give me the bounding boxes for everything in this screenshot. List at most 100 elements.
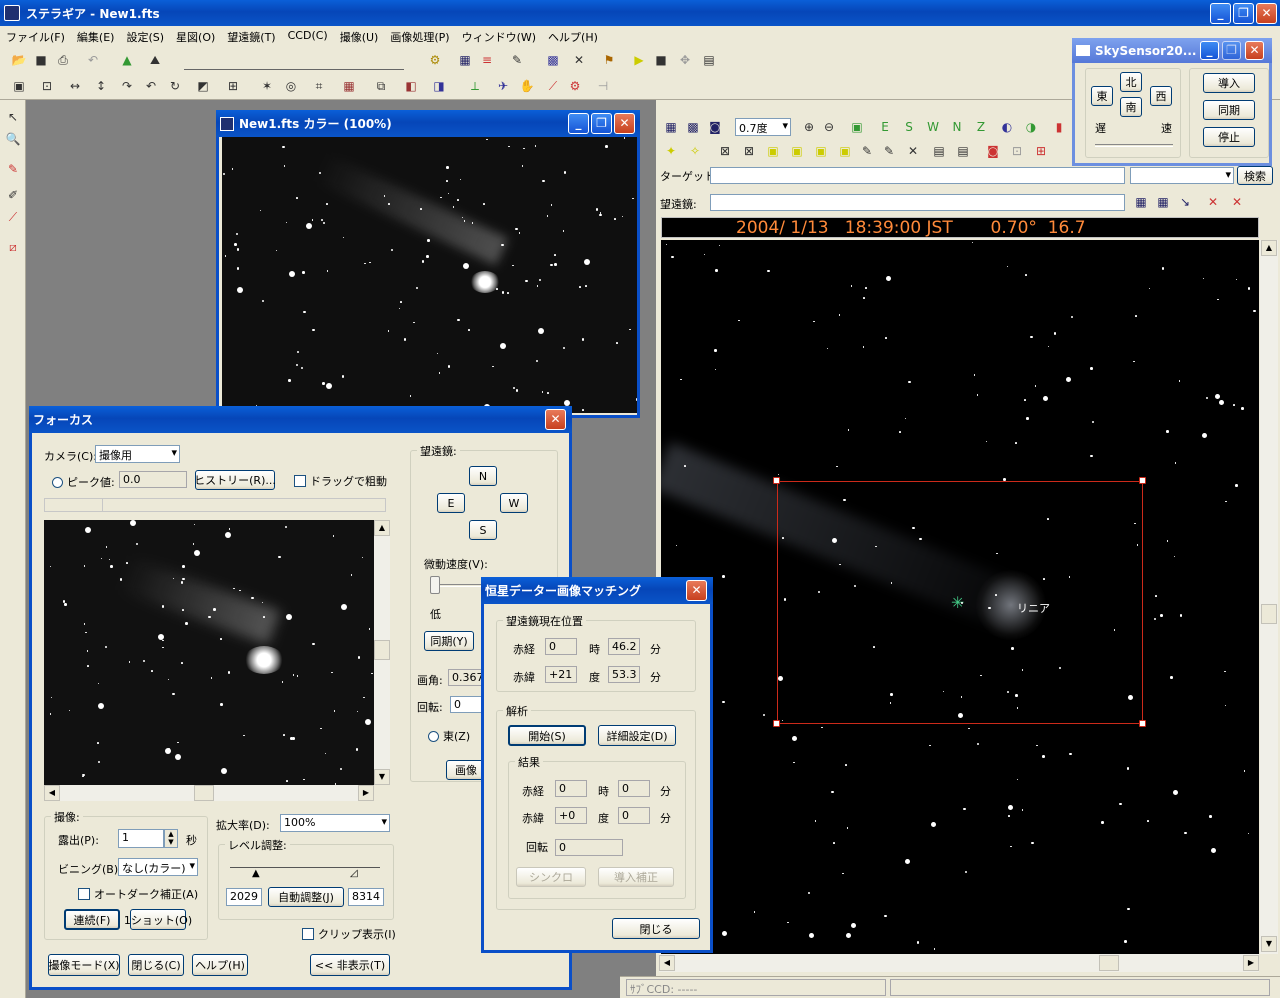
menu-item[interactable]: 設定(S): [126, 29, 164, 46]
maximize-button[interactable]: ❐: [1233, 3, 1254, 24]
search-button[interactable]: 検索: [1237, 166, 1273, 185]
east-button[interactable]: E: [437, 493, 465, 513]
levels-icon[interactable]: ≡: [478, 51, 496, 69]
autodark-option[interactable]: オートダーク補正(A): [78, 886, 198, 902]
camera-icon[interactable]: ◙: [984, 142, 1002, 160]
save-icon[interactable]: ■: [32, 51, 50, 69]
image-icon[interactable]: ▦: [456, 51, 474, 69]
drag-option[interactable]: ドラッグで粗動: [294, 473, 387, 489]
south-button[interactable]: 南: [1120, 97, 1142, 117]
pen-icon[interactable]: ✎: [4, 160, 22, 178]
flip-h-icon[interactable]: ↔: [66, 77, 84, 95]
close-button[interactable]: ✕: [614, 113, 635, 134]
crop-icon[interactable]: ◩: [194, 77, 212, 95]
close-button[interactable]: ✕: [1245, 41, 1264, 60]
scope-map-icon[interactable]: ▦: [1154, 193, 1172, 211]
flag-icon[interactable]: ⚑: [600, 51, 618, 69]
zoom-select[interactable]: 100% ▾: [280, 814, 390, 832]
west-button[interactable]: 西: [1150, 86, 1172, 106]
level-low-input[interactable]: 2029: [226, 888, 262, 906]
filter-icon[interactable]: ⌗: [310, 77, 328, 95]
zoom-icon[interactable]: 🔍: [4, 130, 22, 148]
east-option[interactable]: 東(Z): [428, 728, 470, 744]
align-icon[interactable]: ◨: [430, 77, 448, 95]
north-button[interactable]: N: [469, 466, 497, 486]
detail-settings-button[interactable]: 詳細設定(D): [598, 725, 676, 746]
target-dropdown[interactable]: ▾: [1130, 167, 1234, 184]
print-icon[interactable]: ⎙: [54, 51, 72, 69]
const-icon[interactable]: ▣: [764, 142, 782, 160]
south-button[interactable]: S: [469, 520, 497, 540]
zoom-out-icon[interactable]: ⊖: [820, 118, 838, 136]
frame-icon[interactable]: ⊡: [38, 77, 56, 95]
edit-icon[interactable]: ✎: [858, 142, 876, 160]
galaxy-icon[interactable]: ▣: [812, 142, 830, 160]
east-icon[interactable]: E: [876, 118, 894, 136]
rotate-icon[interactable]: ↻: [166, 77, 184, 95]
stop-button[interactable]: 停止: [1203, 127, 1255, 147]
minimize-button[interactable]: _: [568, 113, 589, 134]
scroll-right-button[interactable]: ▶: [1243, 955, 1259, 971]
nebula-icon[interactable]: ▣: [788, 142, 806, 160]
capture-mode-button[interactable]: 撮像モード(X): [48, 954, 120, 976]
speed-slider-thumb[interactable]: [430, 576, 440, 594]
stars-icon[interactable]: ✦: [662, 142, 680, 160]
sync-button[interactable]: シンクロ: [516, 867, 586, 887]
flag-icon[interactable]: ▮: [1050, 118, 1068, 136]
line-icon[interactable]: ⟋: [544, 77, 562, 95]
focus-hscroll[interactable]: ◀ ▶: [44, 785, 374, 801]
south-icon[interactable]: S: [900, 118, 918, 136]
pointer-icon[interactable]: ↖: [4, 108, 22, 126]
image-canvas[interactable]: [222, 137, 637, 413]
level-slider[interactable]: [230, 860, 380, 868]
open-icon[interactable]: 📂: [10, 51, 28, 69]
crop-icon[interactable]: ⧄: [4, 238, 22, 256]
map-icon[interactable]: ▩: [544, 51, 562, 69]
north-button[interactable]: 北: [1120, 72, 1142, 92]
east-radio[interactable]: [428, 731, 439, 742]
menu-item[interactable]: CCD(C): [288, 29, 328, 46]
play-icon[interactable]: ▶: [630, 51, 648, 69]
gauge-icon[interactable]: ⊣: [594, 77, 612, 95]
image-button[interactable]: 画像: [446, 760, 486, 780]
telescope-input[interactable]: [710, 194, 1125, 211]
west-icon[interactable]: W: [924, 118, 942, 136]
hand-icon[interactable]: ✋: [518, 77, 536, 95]
star-chart[interactable]: ✳ リニア: [661, 240, 1259, 954]
exposure-input[interactable]: 1: [118, 829, 164, 848]
scroll-thumb[interactable]: [374, 640, 390, 660]
scroll-hthumb[interactable]: [1099, 955, 1119, 971]
minimize-button[interactable]: _: [1200, 41, 1219, 60]
zoom-select[interactable]: 0.7度 ▾: [735, 118, 791, 136]
continuous-button[interactable]: 連続(F): [64, 909, 120, 930]
menu-item[interactable]: 星図(O): [176, 29, 215, 46]
exposure-stepper[interactable]: ▲ ▼: [164, 829, 178, 848]
stars2-icon[interactable]: ✧: [686, 142, 704, 160]
hide-button[interactable]: << 非表示(T): [310, 954, 390, 976]
rotate-ccw-icon[interactable]: ↶: [142, 77, 160, 95]
grid-toggle-icon[interactable]: ⊠: [716, 142, 734, 160]
autodark-checkbox[interactable]: [78, 888, 90, 900]
color-icon[interactable]: ▦: [340, 77, 358, 95]
goto-correction-button[interactable]: 導入補正: [598, 867, 674, 887]
maximize-button[interactable]: ❐: [591, 113, 612, 134]
measure-icon[interactable]: ⟂: [466, 77, 484, 95]
grid-icon[interactable]: ▣: [10, 77, 28, 95]
chart-sky-icon[interactable]: ◙: [706, 118, 724, 136]
scroll-left-button[interactable]: ◀: [659, 955, 675, 971]
goto-button[interactable]: 導入: [1203, 73, 1255, 93]
stack-icon[interactable]: ◧: [402, 77, 420, 95]
scroll-left-button[interactable]: ◀: [44, 785, 60, 801]
peak-label[interactable]: ピーク値:: [52, 474, 115, 490]
sphere-icon[interactable]: ◑: [1022, 118, 1040, 136]
level-high-thumb[interactable]: ◿: [350, 868, 358, 879]
chart-vscroll[interactable]: ▲ ▼: [1260, 240, 1278, 954]
edit-icon[interactable]: ✎: [508, 51, 526, 69]
fov-handle-tl[interactable]: [773, 477, 780, 484]
auto-level-button[interactable]: 自動調整(J): [268, 887, 344, 907]
toolbar-slider[interactable]: [184, 52, 404, 70]
scroll-up-button[interactable]: ▲: [374, 520, 390, 536]
ruler-icon[interactable]: ⟋: [4, 208, 22, 226]
start-button[interactable]: 開始(S): [508, 725, 586, 746]
maximize-button[interactable]: ❐: [1222, 41, 1241, 60]
